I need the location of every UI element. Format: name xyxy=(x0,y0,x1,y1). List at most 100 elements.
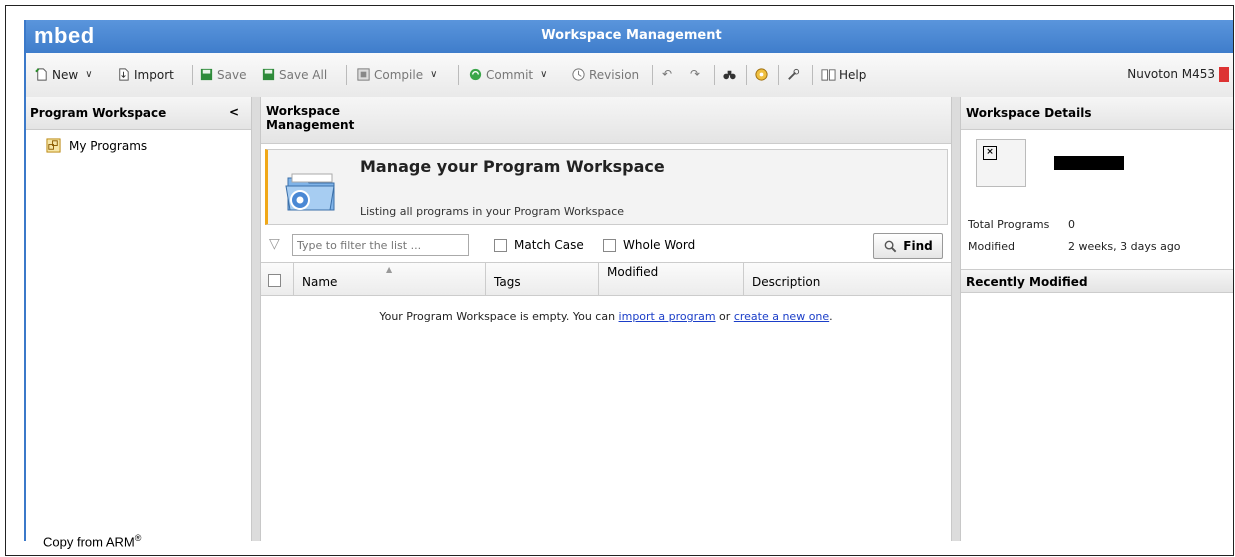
empty-message-prefix: Your Program Workspace is empty. You can xyxy=(379,310,619,323)
filter-input[interactable] xyxy=(292,234,469,256)
splitter[interactable] xyxy=(952,97,960,541)
tree-item-my-programs[interactable]: My Programs xyxy=(46,138,147,153)
select-all-checkbox[interactable] xyxy=(268,274,281,287)
import-button[interactable]: Import xyxy=(116,67,174,82)
whole-word-checkbox[interactable] xyxy=(603,238,616,252)
device-label: Nuvoton M453 xyxy=(1127,67,1215,81)
save-label: Save xyxy=(217,67,247,82)
save-button[interactable]: Save xyxy=(199,67,246,82)
whole-word-label: Whole Word xyxy=(623,238,696,252)
column-label: Description xyxy=(752,275,821,289)
recently-modified-title: Recently Modified xyxy=(966,275,1088,289)
info-banner: Manage your Program Workspace Listing al… xyxy=(265,149,948,225)
toolbar-divider xyxy=(458,65,459,85)
panel-header: Program Workspace < xyxy=(26,97,251,130)
total-programs-value: 0 xyxy=(1068,218,1075,231)
chevron-down-icon: ∨ xyxy=(85,69,93,80)
find-binoculars-button[interactable] xyxy=(722,67,737,82)
recently-modified-header: Recently Modified xyxy=(961,269,1233,293)
help-label: Help xyxy=(839,67,867,82)
broken-image-icon: × xyxy=(983,146,997,160)
empty-workspace-message: Your Program Workspace is empty. You can… xyxy=(261,310,951,323)
save-all-icon xyxy=(262,68,275,81)
create-new-program-link[interactable]: create a new one xyxy=(734,310,829,323)
compile-button[interactable]: Compile ∨ xyxy=(356,67,437,82)
libraries-icon xyxy=(755,68,768,81)
whole-word-option[interactable]: Whole Word xyxy=(603,238,695,252)
toolbar-divider xyxy=(714,65,715,85)
redo-button[interactable]: ↷ xyxy=(690,67,700,81)
import-label: Import xyxy=(134,67,174,82)
modified-value: 2 weeks, 3 days ago xyxy=(1068,240,1181,253)
binoculars-icon xyxy=(723,70,736,80)
splitter[interactable] xyxy=(252,97,260,541)
tools-button[interactable] xyxy=(786,67,801,82)
filter-funnel-icon: ▽ xyxy=(269,236,280,252)
mbed-app-window: mbed Workspace Management New ∨ Import S… xyxy=(24,20,1233,541)
toolbar-divider xyxy=(192,65,193,85)
workspace-management-panel: Workspace Management Manage your Program… xyxy=(260,97,952,541)
banner-title: Manage your Program Workspace xyxy=(360,157,665,176)
column-label: Modified xyxy=(607,265,659,279)
magnifier-icon xyxy=(884,240,897,252)
panel-title-line1: Workspace xyxy=(266,104,341,118)
revision-label: Revision xyxy=(589,67,640,82)
book-icon xyxy=(821,69,836,81)
save-icon xyxy=(200,68,213,81)
toolbar: New ∨ Import Save Save All Compile ∨ Com… xyxy=(26,53,1233,98)
programs-folder-icon xyxy=(46,138,61,153)
sort-ascending-icon: ▲ xyxy=(386,265,393,274)
source-caption: Copy from ARM® xyxy=(43,533,141,549)
toolbar-divider xyxy=(652,65,653,85)
toolbar-divider xyxy=(346,65,347,85)
panel-title: Program Workspace xyxy=(30,106,167,120)
panel-title-line2: Management xyxy=(266,118,355,132)
commit-button[interactable]: Commit ∨ xyxy=(468,67,547,82)
target-device-selector[interactable]: Nuvoton M453 xyxy=(1127,67,1229,82)
program-workspace-panel: Program Workspace < My Programs xyxy=(26,97,252,541)
column-label: Name xyxy=(302,275,338,289)
save-all-label: Save All xyxy=(279,67,328,82)
compile-icon xyxy=(357,68,370,81)
title-bar: mbed Workspace Management xyxy=(26,20,1233,53)
libraries-button[interactable] xyxy=(754,67,769,82)
new-button[interactable]: New ∨ xyxy=(34,67,93,82)
undo-button[interactable]: ↶ xyxy=(662,67,672,81)
panel-title: Workspace Details xyxy=(966,106,1092,120)
match-case-checkbox[interactable] xyxy=(494,238,507,252)
column-header-tags[interactable]: Tags xyxy=(485,263,598,295)
panel-header: Workspace Management xyxy=(261,97,951,144)
filter-bar: ▽ Match Case Whole Word Find xyxy=(261,228,951,262)
import-icon xyxy=(119,68,129,81)
avatar: × xyxy=(976,139,1026,187)
select-all-cell xyxy=(261,263,293,295)
column-header-modified[interactable]: Modified xyxy=(598,263,743,295)
help-button[interactable]: Help xyxy=(821,67,866,82)
modified-row: Modified 2 weeks, 3 days ago xyxy=(968,240,1181,253)
column-label: Tags xyxy=(494,275,521,289)
new-file-icon xyxy=(35,68,47,81)
window-title: Workspace Management xyxy=(541,28,722,43)
import-program-link[interactable]: import a program xyxy=(619,310,716,323)
folder-gear-icon xyxy=(285,173,335,211)
banner-subtitle: Listing all programs in your Program Wor… xyxy=(360,205,625,218)
wrench-icon xyxy=(788,68,800,80)
toolbar-divider xyxy=(746,65,747,85)
total-programs-row: Total Programs 0 xyxy=(968,218,1075,231)
column-header-description[interactable]: Description xyxy=(743,263,951,295)
find-button[interactable]: Find xyxy=(873,233,943,259)
collapse-panel-button[interactable]: < xyxy=(229,105,239,119)
registered-mark: ® xyxy=(134,533,142,543)
workspace-details-panel: Workspace Details × Total Programs 0 Mod… xyxy=(960,97,1233,541)
match-case-option[interactable]: Match Case xyxy=(494,238,584,252)
revision-button[interactable]: Revision xyxy=(571,67,639,82)
redo-icon: ↷ xyxy=(690,67,701,81)
revision-clock-icon xyxy=(572,68,585,81)
empty-message-suffix: . xyxy=(829,310,833,323)
undo-icon: ↶ xyxy=(662,67,673,81)
find-label: Find xyxy=(903,239,933,253)
column-header-name[interactable]: ▲ Name xyxy=(293,263,485,295)
save-all-button[interactable]: Save All xyxy=(261,67,327,82)
screenshot-frame: mbed Workspace Management New ∨ Import S… xyxy=(5,5,1234,556)
table-header: ▲ Name Tags Modified Description xyxy=(261,262,951,296)
